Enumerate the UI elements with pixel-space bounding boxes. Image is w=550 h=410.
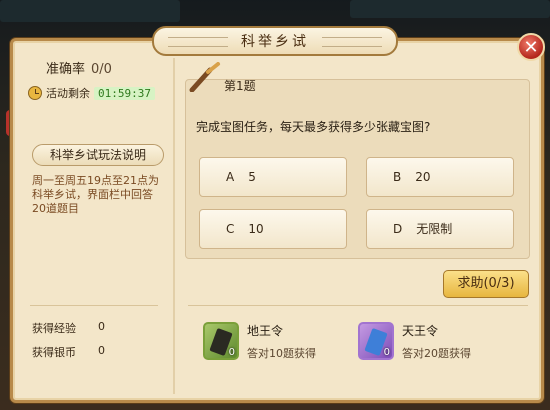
roof-decoration <box>0 0 180 22</box>
option-letter: A <box>226 170 235 184</box>
title-ornament <box>168 37 228 47</box>
option-text: 10 <box>248 222 264 236</box>
close-button[interactable]: ✕ <box>517 33 545 61</box>
dialog-title-plaque: 科举乡试 <box>152 26 398 56</box>
option-text: 无限制 <box>416 222 453 236</box>
option-letter: B <box>393 170 402 184</box>
activity-timer: 活动剩余 01:59:37 <box>28 84 155 102</box>
stats-panel: 获得经验 0 获得银币 0 <box>32 320 105 368</box>
option-letter: D <box>393 222 403 236</box>
title-ornament <box>322 37 382 47</box>
question-text: 完成宝图任务，每天最多获得多少张藏宝图? <box>196 120 431 134</box>
help-button[interactable]: 求助(0/3) <box>443 270 529 298</box>
clock-icon <box>28 86 42 100</box>
exp-value: 0 <box>98 320 105 333</box>
reward-info: 天王令 答对20题获得 <box>402 322 471 361</box>
option-a-button[interactable]: A5 <box>199 157 347 197</box>
accuracy-value: 0/0 <box>91 62 112 77</box>
sidebar-divider <box>30 305 158 306</box>
option-text: 5 <box>248 170 256 184</box>
reward-earth-token: 0 地王令 答对10题获得 <box>203 322 316 361</box>
timer-label: 活动剩余 <box>46 87 90 100</box>
brush-icon <box>189 62 220 92</box>
stat-row-exp: 获得经验 0 <box>32 320 105 344</box>
heaven-token-icon[interactable]: 0 <box>358 322 394 360</box>
question-number: 第1题 <box>224 79 256 93</box>
roof-decoration <box>350 0 550 18</box>
timer-value: 01:59:37 <box>94 86 155 100</box>
dialog-title: 科举乡试 <box>241 34 309 50</box>
reward-heaven-token: 0 天王令 答对20题获得 <box>358 322 471 361</box>
option-d-button[interactable]: D 无限制 <box>366 209 514 249</box>
reward-count: 0 <box>383 347 390 358</box>
reward-divider <box>188 305 528 306</box>
reward-name: 地王令 <box>247 324 284 338</box>
exp-label: 获得经验 <box>32 322 76 335</box>
reward-info: 地王令 答对10题获得 <box>247 322 316 361</box>
reward-desc: 答对10题获得 <box>247 347 316 360</box>
column-divider <box>173 58 175 394</box>
reward-count: 0 <box>228 347 235 358</box>
silver-value: 0 <box>98 344 105 357</box>
accuracy-label: 准确率 <box>46 62 86 77</box>
stat-row-silver: 获得银币 0 <box>32 344 105 368</box>
left-sidebar: 准确率 0/0 活动剩余 01:59:37 科举乡试玩法说明 周一至周五19点至2… <box>20 52 172 394</box>
rules-description: 周一至周五19点至21点为科举乡试，界面栏中回答20道题目 <box>32 174 159 215</box>
option-text: 20 <box>415 170 431 184</box>
accuracy-display: 准确率 0/0 <box>46 58 112 77</box>
option-b-button[interactable]: B 20 <box>366 157 514 197</box>
option-letter: C <box>226 222 235 236</box>
reward-name: 天王令 <box>402 324 439 338</box>
reward-desc: 答对20题获得 <box>402 347 471 360</box>
silver-label: 获得银币 <box>32 346 76 359</box>
close-icon: ✕ <box>523 36 539 58</box>
earth-token-icon[interactable]: 0 <box>203 322 239 360</box>
option-c-button[interactable]: C 10 <box>199 209 347 249</box>
rules-button[interactable]: 科举乡试玩法说明 <box>32 144 164 166</box>
